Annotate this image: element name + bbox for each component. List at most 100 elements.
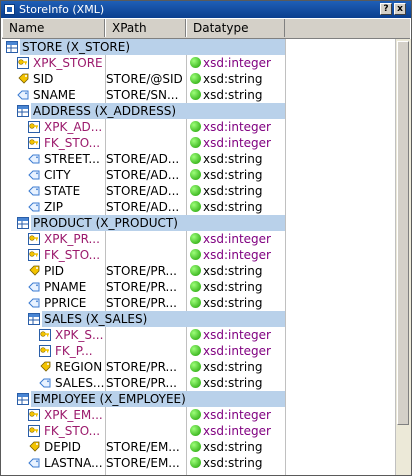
tree-row[interactable]: PPRICE STORE/PR... xsd:string [2, 295, 394, 311]
tree-row[interactable]: XPK_STORE xsd:integer [2, 55, 394, 71]
primary-key-icon [28, 233, 40, 245]
tree-row[interactable]: CITY STORE/AD... xsd:string [2, 167, 394, 183]
row-xpath [106, 215, 186, 231]
row-xpath: STORE/PR... [106, 296, 177, 310]
row-xpath [106, 231, 186, 247]
row-datatype: xsd:string [190, 279, 286, 295]
row-datatype: xsd:string [190, 71, 286, 87]
row-xpath: STORE/PR... [106, 280, 177, 294]
row-name: FK_STO... [44, 136, 101, 150]
datatype-value: xsd:string [203, 200, 263, 214]
primary-key-icon [28, 409, 40, 421]
row-name: XPK_S... [55, 328, 104, 342]
status-dot-icon [190, 153, 201, 164]
column-name-header[interactable]: Name [2, 19, 105, 37]
tree-row[interactable]: LASTNA... STORE/EM... xsd:string [2, 455, 394, 471]
tree-group-row[interactable]: ADDRESS (X_ADDRESS) [2, 103, 394, 119]
row-name: FK_STO... [44, 424, 101, 438]
close-button[interactable]: x [394, 3, 406, 15]
foreign-key-icon [28, 249, 40, 261]
row-name: STREET... [44, 152, 100, 166]
tree-row[interactable]: SNAME STORE/SN... xsd:string [2, 87, 394, 103]
row-datatype: xsd:integer [190, 247, 286, 263]
attribute-tag-icon [28, 457, 40, 469]
datatype-value: xsd:integer [203, 328, 271, 342]
row-name: SNAME [33, 88, 76, 102]
row-xpath: STORE/PR... [106, 376, 177, 390]
tree-row[interactable]: REGION STORE/PR... xsd:string [2, 359, 394, 375]
tree-row[interactable]: XPK_S... xsd:integer [2, 327, 394, 343]
row-xpath: STORE/SN... [106, 88, 179, 102]
vertical-scrollbar[interactable] [395, 39, 411, 475]
attribute-tag-icon [28, 169, 40, 181]
row-datatype: xsd:string [190, 295, 286, 311]
status-dot-icon [190, 297, 201, 308]
row-datatype: xsd:integer [190, 343, 286, 359]
help-button[interactable]: ? [380, 3, 392, 15]
row-name: STATE [44, 184, 81, 198]
row-datatype: xsd:string [190, 375, 286, 391]
status-dot-icon [190, 137, 201, 148]
status-dot-icon [190, 89, 201, 100]
tree-row[interactable]: SALES... STORE/PR... xsd:string [2, 375, 394, 391]
column-datatype-header[interactable]: Datatype [186, 19, 285, 37]
status-dot-icon [190, 73, 201, 84]
status-dot-icon [190, 185, 201, 196]
datatype-value: xsd:integer [203, 424, 271, 438]
tree-row[interactable]: STATE STORE/AD... xsd:string [2, 183, 394, 199]
title-bar[interactable]: StoreInfo (XML) ? x [1, 1, 411, 18]
row-xpath: STORE/@SID [106, 72, 183, 86]
row-datatype: xsd:integer [190, 407, 286, 423]
row-name: XPK_AD... [44, 120, 103, 134]
status-dot-icon [190, 57, 201, 68]
row-datatype: xsd:string [190, 151, 286, 167]
tree-row[interactable]: XPK_PR... xsd:integer [2, 231, 394, 247]
tree-row[interactable]: ZIP STORE/AD... xsd:string [2, 199, 394, 215]
status-dot-icon [190, 265, 201, 276]
tree-row[interactable]: FK_P... xsd:integer [2, 343, 394, 359]
row-name: REGION [55, 360, 103, 374]
datatype-value: xsd:integer [203, 408, 271, 422]
tree-group-row[interactable]: SALES (X_SALES) [2, 311, 394, 327]
tree-row[interactable]: DEPID STORE/EM... xsd:string [2, 439, 394, 455]
status-dot-icon [190, 121, 201, 132]
status-dot-icon [190, 201, 201, 212]
tree-row[interactable]: FK_STO... xsd:integer [2, 247, 394, 263]
status-dot-icon [190, 457, 201, 468]
tree-row[interactable]: SID STORE/@SID xsd:string [2, 71, 394, 87]
row-datatype: xsd:integer [190, 55, 286, 71]
row-xpath: STORE/AD... [106, 152, 180, 166]
datatype-value: xsd:string [203, 152, 263, 166]
tree-row[interactable]: XPK_EM... xsd:integer [2, 407, 394, 423]
tree-group-row[interactable]: EMPLOYEE (X_EMPLOYEE) [2, 391, 394, 407]
row-xpath: STORE/AD... [106, 200, 180, 214]
tree-group-row[interactable]: STORE (X_STORE) [2, 39, 394, 55]
row-xpath [106, 327, 186, 343]
row-datatype: xsd:string [190, 359, 286, 375]
datatype-value: xsd:string [203, 456, 263, 470]
tree-row[interactable]: PID STORE/PR... xsd:string [2, 263, 394, 279]
attribute-tag-icon [17, 89, 29, 101]
tree-row[interactable]: PNAME STORE/PR... xsd:string [2, 279, 394, 295]
status-dot-icon [190, 169, 201, 180]
datatype-value: xsd:integer [203, 136, 271, 150]
status-dot-icon [190, 409, 201, 420]
scrollbar-thumb[interactable] [397, 41, 409, 425]
row-xpath [106, 247, 186, 263]
row-datatype: xsd:integer [190, 327, 286, 343]
status-dot-icon [190, 425, 201, 436]
tree-group-row[interactable]: PRODUCT (X_PRODUCT) [2, 215, 394, 231]
status-dot-icon [190, 281, 201, 292]
tree-row[interactable]: XPK_AD... xsd:integer [2, 119, 394, 135]
status-dot-icon [190, 345, 201, 356]
column-xpath-header[interactable]: XPath [105, 19, 186, 37]
datatype-value: xsd:integer [203, 56, 271, 70]
tree-row[interactable]: FK_STO... xsd:integer [2, 135, 394, 151]
row-datatype: xsd:string [190, 439, 286, 455]
row-xpath [106, 311, 186, 327]
table-icon [6, 41, 18, 53]
row-xpath [106, 55, 186, 71]
tree-row[interactable]: FK_STO... xsd:integer [2, 423, 394, 439]
tree-row[interactable]: STREET... STORE/AD... xsd:string [2, 151, 394, 167]
row-datatype: xsd:string [190, 199, 286, 215]
